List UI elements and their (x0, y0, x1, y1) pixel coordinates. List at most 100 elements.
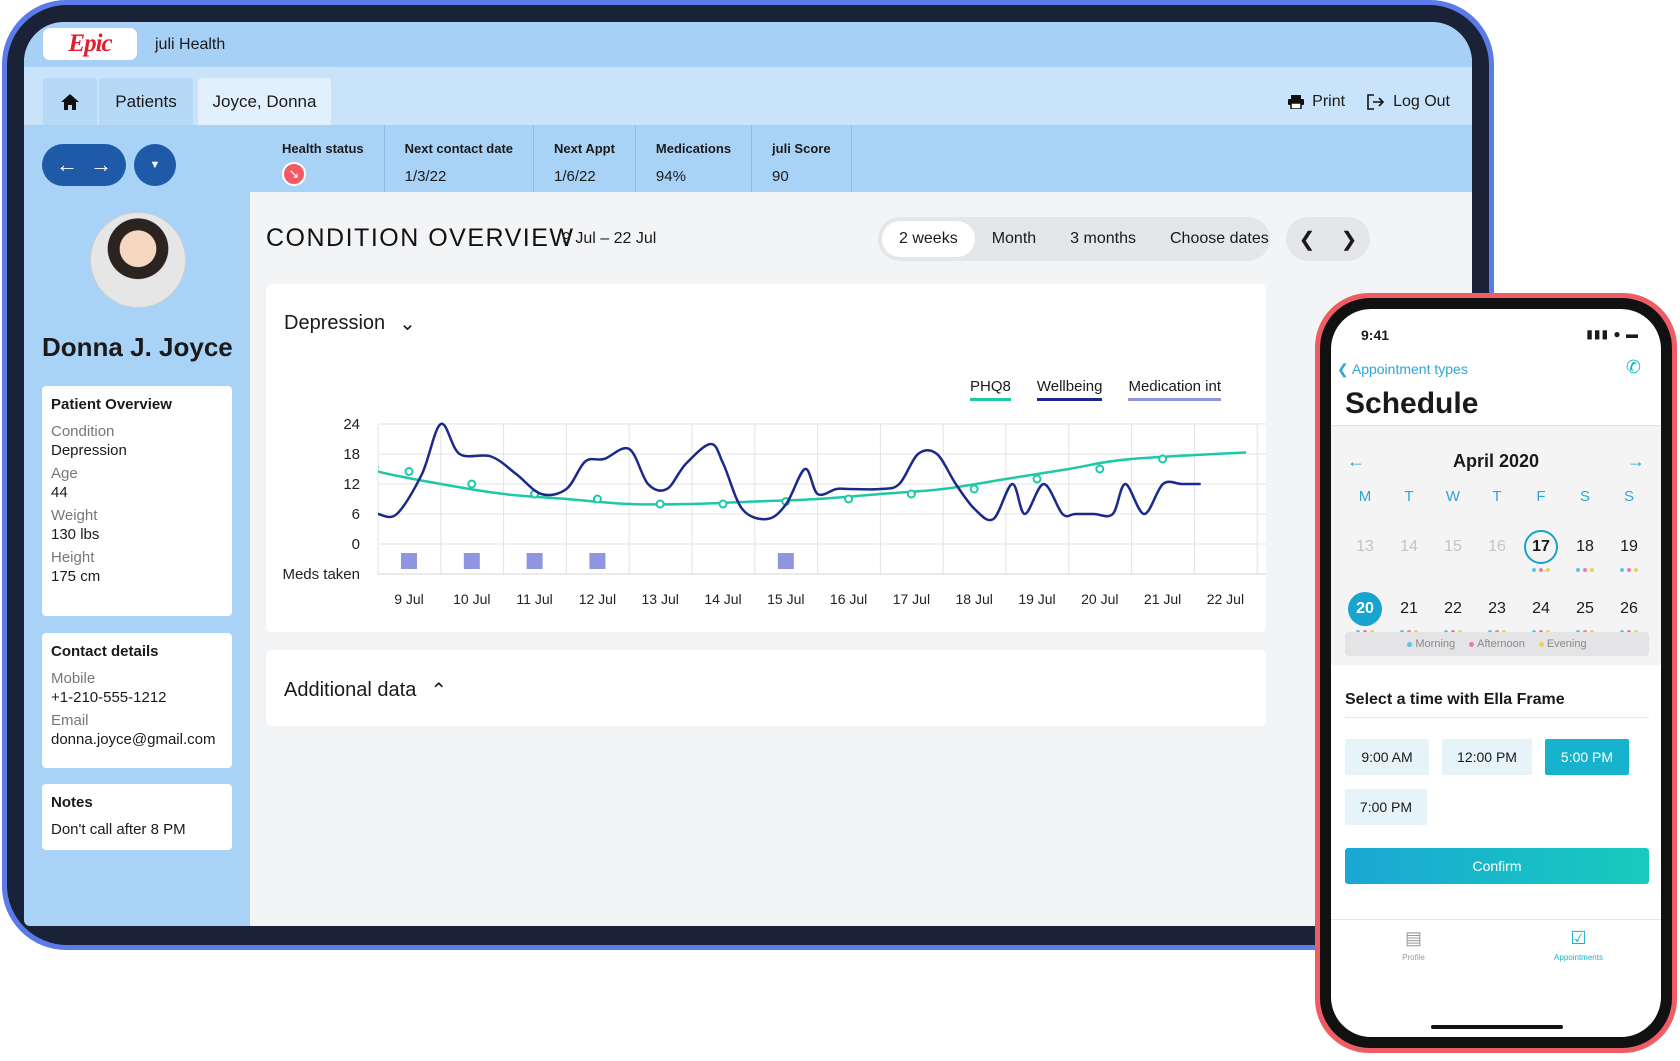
condition-dropdown[interactable]: Depression ⌄ (284, 311, 416, 336)
calendar-day[interactable]: 19 (1607, 530, 1651, 592)
x-tick-label: 19 Jul (1018, 591, 1055, 607)
x-tick-label: 12 Jul (579, 591, 616, 607)
tab-profile-label: Profile (1402, 953, 1425, 962)
phq8-point (1095, 464, 1105, 474)
card-title: Contact details (51, 643, 159, 660)
chart-legend: PHQ8 Wellbeing Medication int (970, 378, 1222, 401)
print-button[interactable]: Print (1288, 93, 1345, 111)
tab-patients[interactable]: Patients (99, 78, 193, 125)
condition-value: Depression (51, 442, 127, 459)
home-indicator (1431, 1025, 1563, 1029)
top-bar: Epic juli Health (24, 22, 1472, 67)
stat-value: 1/3/22 (404, 168, 447, 185)
meds-taken-marker (777, 553, 794, 569)
additional-data-card[interactable]: Additional data ⌃ (266, 650, 1266, 726)
chevron-left-icon[interactable]: ❮ (1299, 227, 1316, 252)
org-name: juli Health (155, 36, 226, 53)
tablet-frame: Epic juli Health Patients Joyce, Donna P… (2, 0, 1494, 950)
confirm-button[interactable]: Confirm (1345, 848, 1649, 884)
printer-icon (1288, 95, 1305, 109)
chevron-down-icon: ⌄ (399, 313, 416, 335)
range-month[interactable]: Month (975, 221, 1053, 257)
stat-label: Next contact date (404, 141, 514, 156)
day-number: 26 (1620, 600, 1638, 617)
legend-afternoon: Afternoon (1469, 638, 1525, 650)
print-label: Print (1312, 93, 1346, 110)
logout-button[interactable]: Log Out (1367, 93, 1450, 111)
schedule-app: 9:41 ▮▮▮ ● ▬ ❮ Appointment types ✆ Sched… (1331, 309, 1661, 1037)
slot-5pm[interactable]: 5:00 PM (1545, 739, 1629, 775)
profile-card-icon: ▤ (1404, 928, 1422, 948)
nav-dropdown-button[interactable]: ▼ (134, 144, 176, 186)
patient-name: Donna J. Joyce (42, 332, 233, 362)
epic-logo: Epic (43, 28, 137, 60)
tab-appointments-label: Appointments (1554, 953, 1603, 962)
arrow-left-icon[interactable]: ← (1347, 451, 1365, 472)
arrow-right-icon[interactable]: → (1627, 451, 1645, 472)
tab-profile[interactable]: ▤ Profile (1331, 920, 1496, 989)
forward-arrow-icon[interactable]: → (90, 152, 112, 178)
legend-medication[interactable]: Medication int (1128, 378, 1222, 401)
weekday-label: F (1536, 488, 1546, 505)
range-2-weeks[interactable]: 2 weeks (882, 221, 975, 257)
screen-title: Schedule (1345, 387, 1479, 420)
day-number: 23 (1488, 600, 1506, 617)
x-tick-label: 16 Jul (830, 591, 867, 607)
condition-label: Condition (51, 423, 115, 440)
tab-patient-joyce[interactable]: Joyce, Donna (198, 78, 331, 125)
chevron-right-icon[interactable]: ❯ (1341, 227, 1358, 252)
notes-text: Don't call after 8 PM (51, 821, 186, 838)
weekday-label: M (1358, 488, 1372, 505)
phq8-point (844, 494, 854, 504)
back-link-label: Appointment types (1351, 361, 1468, 377)
caret-down-icon: ▼ (149, 159, 161, 171)
range-selector: 2 weeks Month 3 months Choose dates (878, 217, 1270, 261)
card-title: Notes (51, 794, 93, 811)
stat-value: 90 (772, 168, 789, 185)
availability-dots (1563, 568, 1607, 572)
range-3-months[interactable]: 3 months (1053, 221, 1153, 257)
phq8-point (467, 479, 477, 489)
additional-data-toggle[interactable]: Additional data ⌃ (284, 678, 447, 703)
phq8-point (592, 494, 602, 504)
calendar-day: 16 (1475, 530, 1519, 592)
mobile-value[interactable]: +1-210-555-1212 (51, 689, 223, 706)
legend-evening: Evening (1538, 638, 1587, 650)
tab-appointments[interactable]: ☑ Appointments (1496, 920, 1661, 989)
legend-phq8[interactable]: PHQ8 (970, 378, 1011, 401)
calendar-day[interactable]: 18 (1563, 530, 1607, 592)
logout-label: Log Out (1393, 93, 1450, 110)
day-number: 19 (1620, 538, 1638, 555)
epic-logo-text: Epic (68, 30, 112, 57)
calendar-header: ← April 2020 → (1331, 451, 1661, 472)
legend-wellbeing[interactable]: Wellbeing (1036, 378, 1103, 401)
back-link[interactable]: ❮ Appointment types (1337, 361, 1468, 378)
day-number: 16 (1488, 538, 1506, 555)
slot-12pm[interactable]: 12:00 PM (1442, 739, 1532, 775)
age-value: 44 (51, 484, 68, 501)
x-tick-label: 21 Jul (1144, 591, 1181, 607)
email-value[interactable]: donna.joyce@gmail.com (51, 731, 223, 748)
phq8-point (655, 499, 665, 509)
day-number: 17 (1524, 530, 1558, 564)
slot-9am[interactable]: 9:00 AM (1345, 739, 1429, 775)
range-choose-dates[interactable]: Choose dates (1153, 221, 1286, 257)
back-arrow-icon[interactable]: ← (56, 152, 78, 178)
condition-chart-card: 24 18 12 6 0 Meds taken 9 Jul 10 Jul 11 Jul 12 Ju… (266, 284, 1266, 632)
phone-frame: 9:41 ▮▮▮ ● ▬ ❮ Appointment types ✆ Sched… (1315, 293, 1677, 1053)
legend-morning: Morning (1407, 638, 1455, 650)
phone-bezel: 9:41 ▮▮▮ ● ▬ ❮ Appointment types ✆ Sched… (1320, 298, 1672, 1048)
tab-home[interactable] (43, 78, 97, 125)
page-title: CONDITION OVERVIEW (266, 224, 575, 252)
weekday-label: S (1623, 488, 1634, 505)
age-label: Age (51, 465, 78, 482)
phone-call-icon[interactable]: ✆ (1626, 357, 1641, 378)
date-range: 9 Jul – 22 Jul (562, 230, 657, 247)
weight-value: 130 lbs (51, 526, 100, 543)
x-tick-label: 15 Jul (767, 591, 804, 607)
weekday-label: T (1492, 488, 1502, 505)
slot-7pm[interactable]: 7:00 PM (1345, 789, 1427, 825)
calendar-day[interactable]: 17 (1519, 530, 1563, 592)
status-time: 9:41 (1361, 327, 1390, 343)
stat-label: Health status (282, 141, 364, 156)
